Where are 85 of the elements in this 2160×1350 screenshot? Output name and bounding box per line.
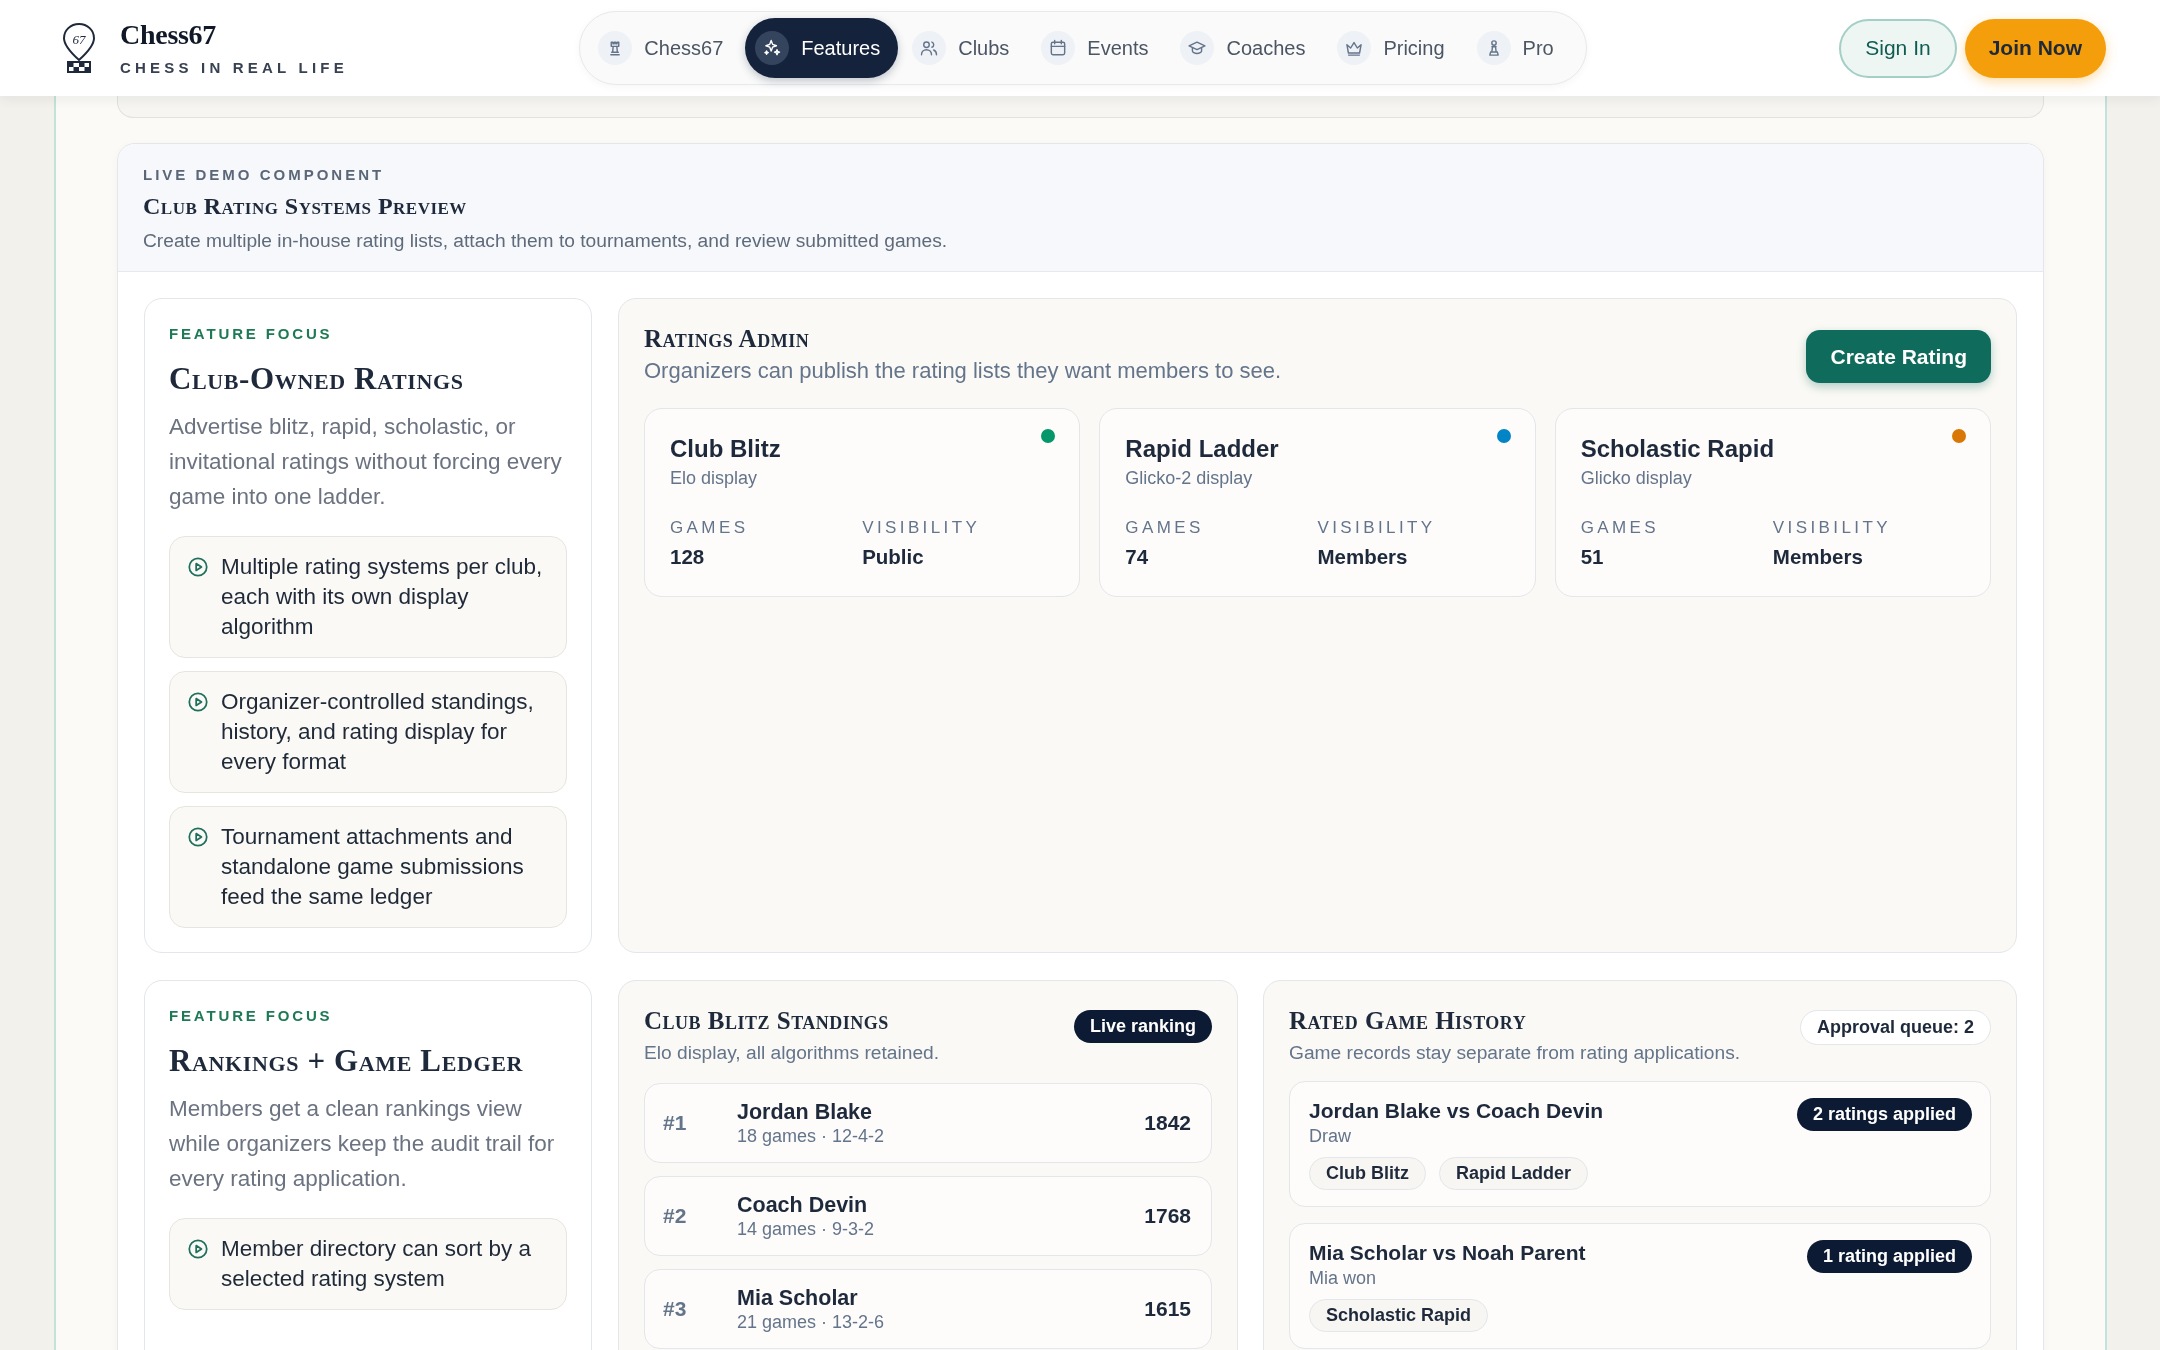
stat-value: Members xyxy=(1317,544,1409,570)
feature-description: Advertise blitz, rapid, scholastic, or invitational ratings without forcing every game into one ladder. xyxy=(169,413,563,511)
create-rating-button[interactable]: Create Rating xyxy=(1806,330,1991,383)
panel-subtitle: Game records stay separate from rating applications. xyxy=(1289,1042,1741,1064)
card-title: Rankings + Game Ledger xyxy=(169,1043,524,1079)
stat-label: VISIBILITY xyxy=(1772,518,1892,538)
rank-number: #1 xyxy=(663,1110,688,1137)
card-title: Club-Owned Ratings xyxy=(169,361,465,397)
approval-queue-badge: Approval queue: 2 xyxy=(1799,1010,1991,1045)
nav-tab[interactable]: Pro xyxy=(1466,18,1572,78)
section-subtitle: Create multiple in-house rating lists, attach them to tournaments, and review submitted games. xyxy=(143,230,949,252)
panel-subtitle: Elo display, all algorithms retained. xyxy=(644,1042,940,1064)
stat-label: GAMES xyxy=(1580,518,1661,538)
nav-tab[interactable]: Pricing xyxy=(1327,18,1463,78)
feature-point-text: Multiple rating systems per club, each with its own display algorithm xyxy=(221,553,544,641)
stat-label: GAMES xyxy=(670,518,750,538)
eyebrow-label: FEATURE FOCUS xyxy=(169,1007,334,1025)
rating-algorithm: Elo display xyxy=(670,467,759,489)
nav-tab[interactable]: Chess67 xyxy=(588,18,742,78)
eyebrow-label: LIVE DEMO COMPONENT xyxy=(143,166,386,184)
rating-score: 1615 xyxy=(1144,1296,1191,1323)
live-ranking-badge: Live ranking xyxy=(1073,1010,1212,1043)
graduation-cap-icon xyxy=(1180,31,1215,65)
rating-name: Club Blitz xyxy=(670,434,782,464)
calendar-icon xyxy=(1041,31,1076,65)
game-result: Mia won xyxy=(1309,1267,1378,1289)
player-record: 14 games · 9-3-2 xyxy=(737,1218,875,1240)
rating-score: 1842 xyxy=(1144,1110,1191,1137)
stat-label: VISIBILITY xyxy=(862,518,982,538)
game-result: Draw xyxy=(1309,1125,1352,1147)
play-circle-icon xyxy=(187,826,209,848)
section-title: Club Rating Systems Preview xyxy=(143,192,468,220)
map-pin-logo-icon xyxy=(63,23,95,73)
stat-value: Members xyxy=(1772,544,1864,570)
panel-title: Rated Game History xyxy=(1289,1006,1528,1036)
game-title: Mia Scholar vs Noah Parent xyxy=(1309,1240,1586,1266)
stat-value: 128 xyxy=(670,544,706,570)
rank-number: #3 xyxy=(663,1296,688,1323)
rating-tag: Rapid Ladder xyxy=(1439,1157,1588,1190)
rating-tag: Scholastic Rapid xyxy=(1309,1299,1489,1332)
rating-algorithm: Glicko display xyxy=(1580,467,1693,489)
stat-value: Public xyxy=(862,544,925,570)
crown-icon xyxy=(1337,31,1372,65)
stat-label: GAMES xyxy=(1125,518,1205,538)
nav-tab[interactable]: Features xyxy=(745,18,899,78)
player-record: 21 games · 13-2-6 xyxy=(737,1311,885,1333)
sparkles-icon xyxy=(755,31,790,65)
rating-name: Scholastic Rapid xyxy=(1580,434,1776,464)
panel-title: Club Blitz Standings xyxy=(644,1006,890,1036)
play-circle-icon xyxy=(187,556,209,578)
join-now-button[interactable]: Join Now xyxy=(1964,18,2106,78)
rating-name: Rapid Ladder xyxy=(1125,434,1280,464)
play-circle-icon xyxy=(187,691,209,713)
feature-point-text: Tournament attachments and standalone game submissions feed the same ledger xyxy=(221,823,525,911)
rating-tag: Club Blitz xyxy=(1309,1157,1426,1190)
ratings-applied-badge: 1 rating applied xyxy=(1806,1240,1972,1273)
nav-tab[interactable]: Clubs xyxy=(902,18,1028,78)
feature-point-text: Organizer-controlled standings, history, and rating display for every format xyxy=(221,688,535,776)
nav-tab[interactable]: Events xyxy=(1031,18,1167,78)
player-name: Coach Devin xyxy=(737,1192,869,1218)
player-name: Mia Scholar xyxy=(737,1285,859,1311)
game-title: Jordan Blake vs Coach Devin xyxy=(1309,1098,1604,1124)
users-icon xyxy=(912,31,947,65)
sign-in-button[interactable]: Sign In xyxy=(1839,18,1957,78)
rating-score: 1768 xyxy=(1144,1203,1191,1230)
panel-title: Ratings Admin xyxy=(644,324,811,354)
feature-point-text: Member directory can sort by a selected rating system xyxy=(221,1235,533,1293)
ratings-applied-badge: 2 ratings applied xyxy=(1796,1098,1972,1131)
stat-value: 51 xyxy=(1580,544,1605,570)
nav-tab[interactable]: Coaches xyxy=(1170,18,1324,78)
play-circle-icon xyxy=(187,1238,209,1260)
rank-number: #2 xyxy=(663,1203,688,1230)
stat-label: VISIBILITY xyxy=(1317,518,1437,538)
eyebrow-label: FEATURE FOCUS xyxy=(169,325,334,343)
feature-description: Members get a clean rankings view while organizers keep the audit trail for every rating application. xyxy=(169,1095,556,1193)
player-record: 18 games · 12-4-2 xyxy=(737,1125,885,1147)
brand-name[interactable]: Chess67 xyxy=(120,19,217,51)
brand-tagline: CHESS IN REAL LIFE xyxy=(120,59,348,77)
logo-number: 67 xyxy=(72,31,86,47)
rook-icon xyxy=(598,31,633,65)
panel-subtitle: Organizers can publish the rating lists they want members to see. xyxy=(644,358,1282,384)
rating-algorithm: Glicko-2 display xyxy=(1125,467,1254,489)
stat-value: 74 xyxy=(1125,544,1150,570)
player-name: Jordan Blake xyxy=(737,1099,874,1125)
chess-pawn-icon xyxy=(1476,31,1511,65)
